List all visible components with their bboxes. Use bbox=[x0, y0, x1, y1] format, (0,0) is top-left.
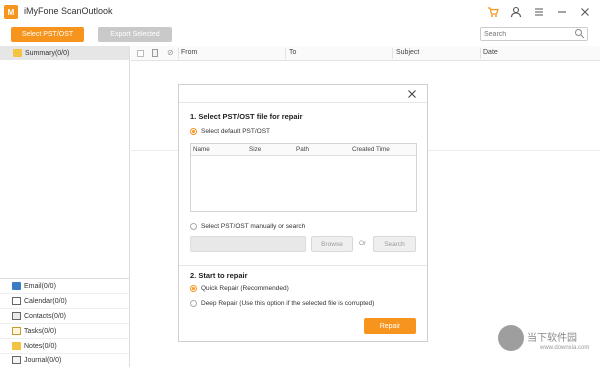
browse-button[interactable]: Browse bbox=[311, 236, 353, 252]
search-file-button[interactable]: Search bbox=[373, 236, 416, 252]
column-divider bbox=[392, 48, 393, 59]
column-subject[interactable]: Subject bbox=[396, 49, 419, 56]
mail-list-header: ⊘ From To Subject Date bbox=[131, 46, 600, 61]
select-all-checkbox[interactable] bbox=[137, 50, 144, 57]
account-icon[interactable] bbox=[508, 4, 524, 20]
calendar-icon bbox=[12, 297, 21, 305]
search-input[interactable] bbox=[484, 28, 570, 40]
sidebar-item-calendar[interactable]: Calendar(0/0) bbox=[0, 294, 129, 308]
sidebar-item-summary[interactable]: Summary(0/0) bbox=[0, 46, 129, 60]
column-size[interactable]: Size bbox=[249, 146, 261, 153]
column-divider bbox=[285, 48, 286, 59]
column-name[interactable]: Name bbox=[193, 146, 210, 153]
dialog-separator bbox=[179, 265, 427, 266]
email-icon bbox=[12, 282, 21, 290]
sidebar-item-label: Contacts(0/0) bbox=[24, 312, 67, 320]
section-repair-title: 2. Start to repair bbox=[190, 271, 248, 280]
sidebar-item-email[interactable]: Email(0/0) bbox=[0, 279, 129, 293]
pst-path-field[interactable] bbox=[190, 236, 306, 252]
column-date[interactable]: Date bbox=[483, 49, 498, 56]
document-icon bbox=[152, 49, 158, 57]
title-bar: M iMyFone ScanOutlook bbox=[0, 0, 600, 24]
close-icon[interactable] bbox=[577, 4, 593, 20]
attachment-icon: ⊘ bbox=[167, 48, 174, 57]
file-table-header: Name Size Path Created Time bbox=[191, 144, 416, 156]
quick-repair-label: Quick Repair (Recommended) bbox=[201, 285, 289, 292]
default-pst-label: Select default PST/OST bbox=[201, 128, 271, 135]
tasks-icon bbox=[12, 327, 21, 335]
repair-button[interactable]: Repair bbox=[364, 318, 416, 334]
pst-file-table: Name Size Path Created Time bbox=[190, 143, 417, 212]
sidebar-item-journal[interactable]: Journal(0/0) bbox=[0, 353, 129, 367]
column-path[interactable]: Path bbox=[296, 146, 309, 153]
sidebar-item-label: Notes(0/0) bbox=[24, 342, 57, 350]
app-title: iMyFone ScanOutlook bbox=[24, 6, 113, 16]
minimize-icon[interactable] bbox=[554, 4, 570, 20]
dialog-close-icon[interactable] bbox=[407, 89, 417, 99]
sidebar-item-label: Journal(0/0) bbox=[24, 356, 62, 364]
dialog-header bbox=[179, 85, 427, 103]
column-from[interactable]: From bbox=[181, 49, 197, 56]
app-logo-icon: M bbox=[4, 5, 18, 19]
sidebar-item-label: Calendar(0/0) bbox=[24, 297, 67, 305]
or-label: Or bbox=[359, 240, 367, 247]
sidebar-item-label: Email(0/0) bbox=[24, 282, 56, 290]
journal-icon bbox=[12, 356, 21, 364]
manual-pst-radio[interactable] bbox=[190, 223, 197, 230]
quick-repair-radio[interactable] bbox=[190, 285, 197, 292]
column-divider bbox=[178, 48, 179, 59]
folder-icon bbox=[13, 49, 22, 57]
watermark-url: www.downxia.com bbox=[540, 345, 590, 351]
deep-repair-radio[interactable] bbox=[190, 300, 197, 307]
select-pst-button[interactable]: Select PST/OST bbox=[11, 27, 84, 42]
repair-dialog: 1. Select PST/OST file for repair Select… bbox=[178, 84, 428, 342]
sidebar-item-notes[interactable]: Notes(0/0) bbox=[0, 339, 129, 353]
watermark-title: 当下软件园 bbox=[527, 333, 577, 344]
sidebar: Summary(0/0) Email(0/0) Calendar(0/0) Co… bbox=[0, 46, 130, 367]
section-select-title: 1. Select PST/OST file for repair bbox=[190, 112, 303, 121]
manual-pst-label: Select PST/OST manually or search bbox=[201, 223, 306, 230]
default-pst-radio[interactable] bbox=[190, 128, 197, 135]
watermark: 当下软件园 www.downxia.com bbox=[498, 323, 598, 363]
column-divider bbox=[480, 48, 481, 59]
watermark-logo-icon bbox=[498, 325, 524, 351]
sidebar-item-label: Summary(0/0) bbox=[25, 49, 70, 57]
sidebar-item-tasks[interactable]: Tasks(0/0) bbox=[0, 324, 129, 338]
deep-repair-label: Deep Repair (Use this option if the sele… bbox=[201, 300, 375, 307]
cart-icon[interactable] bbox=[485, 4, 501, 20]
contacts-icon bbox=[12, 312, 21, 320]
menu-icon[interactable] bbox=[531, 4, 547, 20]
notes-icon bbox=[12, 342, 21, 350]
sidebar-item-contacts[interactable]: Contacts(0/0) bbox=[0, 309, 129, 323]
sidebar-item-label: Tasks(0/0) bbox=[24, 327, 57, 335]
search-icon[interactable] bbox=[574, 28, 585, 39]
export-selected-button[interactable]: Export Selected bbox=[98, 27, 172, 42]
column-to[interactable]: To bbox=[289, 49, 296, 56]
column-created-time[interactable]: Created Time bbox=[352, 146, 390, 153]
